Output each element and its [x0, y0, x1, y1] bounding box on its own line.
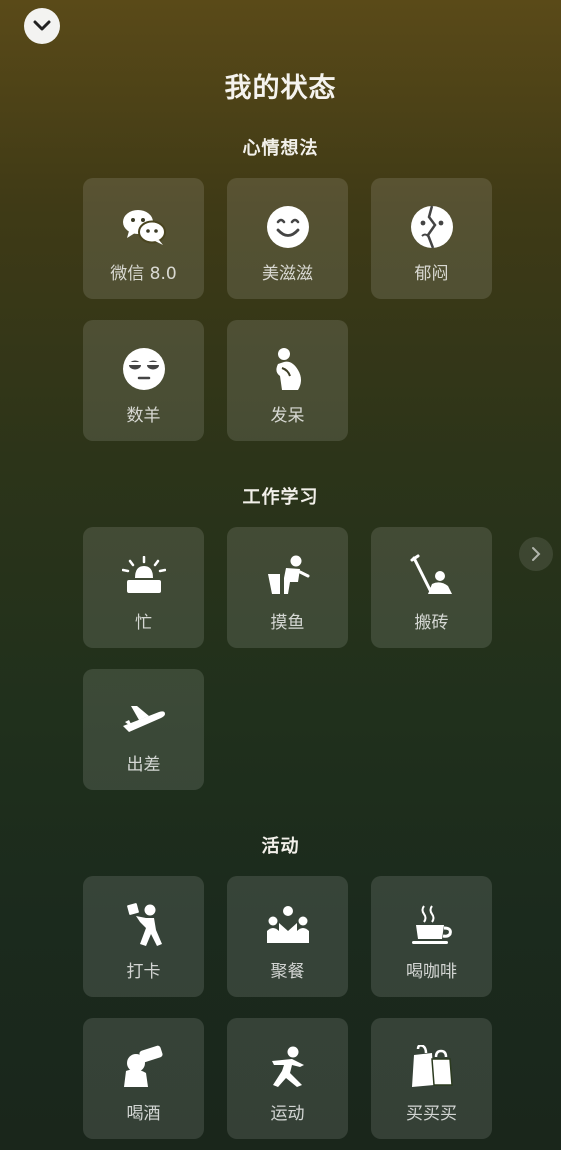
status-label: 聚餐	[270, 962, 305, 982]
status-label: 搬砖	[414, 613, 449, 633]
status-tile-wechat[interactable]: 微信 8.0	[83, 178, 204, 299]
status-tile-coffee[interactable]: 喝咖啡	[371, 876, 492, 997]
status-tile-dinner[interactable]: 聚餐	[227, 876, 348, 997]
shopping-bags-icon	[408, 1043, 456, 1091]
status-tile-gloomy[interactable]: 郁闷	[371, 178, 492, 299]
status-tile-brick[interactable]: 搬砖	[371, 527, 492, 648]
status-label: 美滋滋	[262, 264, 313, 284]
status-label: 运动	[270, 1104, 305, 1124]
chevron-down-icon	[33, 20, 51, 31]
status-tile-counting-sheep[interactable]: 数羊	[83, 320, 204, 441]
status-label: 喝咖啡	[406, 962, 457, 982]
status-label: 摸鱼	[270, 613, 305, 633]
running-figure-icon	[264, 1043, 312, 1091]
smile-face-icon	[264, 203, 312, 251]
airplane-icon	[120, 694, 168, 742]
status-label: 郁闷	[414, 264, 449, 284]
status-label: 打卡	[126, 962, 161, 982]
slacking-figure-icon	[264, 552, 312, 600]
group-dinner-icon	[264, 901, 312, 949]
next-page-button[interactable]	[519, 537, 553, 571]
status-label: 忙	[135, 613, 152, 633]
status-tile-slacking[interactable]: 摸鱼	[227, 527, 348, 648]
section-title-work-study: 工作学习	[242, 487, 319, 508]
wechat-icon	[120, 203, 168, 251]
brick-worker-icon	[408, 552, 456, 600]
alarm-siren-icon	[120, 552, 168, 600]
status-tile-exercise[interactable]: 运动	[227, 1018, 348, 1139]
section-title-activity: 活动	[261, 836, 300, 857]
status-label: 出差	[126, 755, 161, 775]
status-label: 微信 8.0	[110, 264, 177, 284]
status-label: 发呆	[270, 406, 305, 426]
status-label: 数羊	[126, 406, 161, 426]
sleepy-face-icon	[120, 345, 168, 393]
status-tile-shopping[interactable]: 买买买	[371, 1018, 492, 1139]
status-tile-daze[interactable]: 发呆	[227, 320, 348, 441]
status-label: 喝酒	[126, 1104, 161, 1124]
page-title: 我的状态	[224, 73, 337, 104]
coffee-cup-icon	[408, 901, 456, 949]
check-in-figure-icon	[120, 901, 168, 949]
status-tile-drinking[interactable]: 喝酒	[83, 1018, 204, 1139]
status-tile-happy[interactable]: 美滋滋	[227, 178, 348, 299]
status-tile-check-in[interactable]: 打卡	[83, 876, 204, 997]
chevron-right-icon	[532, 547, 541, 561]
status-label: 买买买	[406, 1104, 457, 1124]
section-title-mood: 心情想法	[242, 138, 319, 159]
daydream-figure-icon	[264, 345, 312, 393]
gloomy-face-icon	[408, 203, 456, 251]
collapse-button[interactable]	[24, 8, 60, 44]
status-tile-busy[interactable]: 忙	[83, 527, 204, 648]
drinking-icon	[120, 1043, 168, 1091]
status-tile-business-trip[interactable]: 出差	[83, 669, 204, 790]
